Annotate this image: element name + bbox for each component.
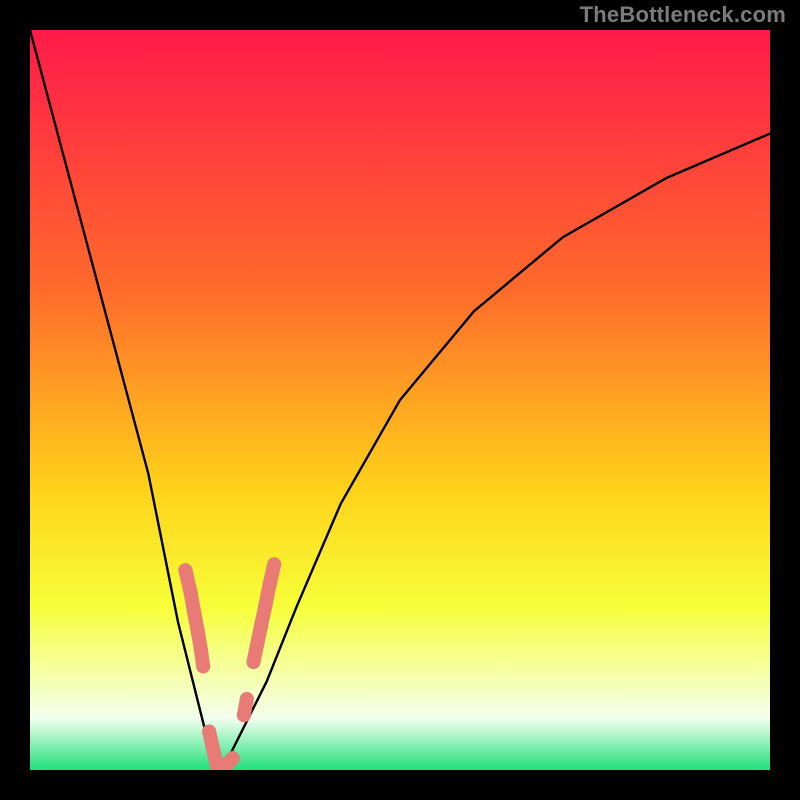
bead xyxy=(196,659,210,673)
bead xyxy=(194,643,208,657)
bead xyxy=(247,655,261,669)
bead xyxy=(187,606,201,620)
bead xyxy=(191,625,205,639)
bead xyxy=(226,751,240,765)
bead xyxy=(267,557,281,571)
bead xyxy=(202,725,216,739)
bead xyxy=(207,744,221,758)
bead xyxy=(237,708,251,722)
bead xyxy=(240,692,254,706)
chart-stage: TheBottleneck.com xyxy=(0,0,800,800)
bead xyxy=(254,619,268,633)
bead xyxy=(178,563,192,577)
bead xyxy=(250,637,264,651)
watermark-label: TheBottleneck.com xyxy=(580,4,786,26)
bead xyxy=(263,577,277,591)
plot-svg xyxy=(30,30,770,770)
bead xyxy=(184,585,198,599)
bead xyxy=(258,599,272,613)
plot-area xyxy=(30,30,770,770)
